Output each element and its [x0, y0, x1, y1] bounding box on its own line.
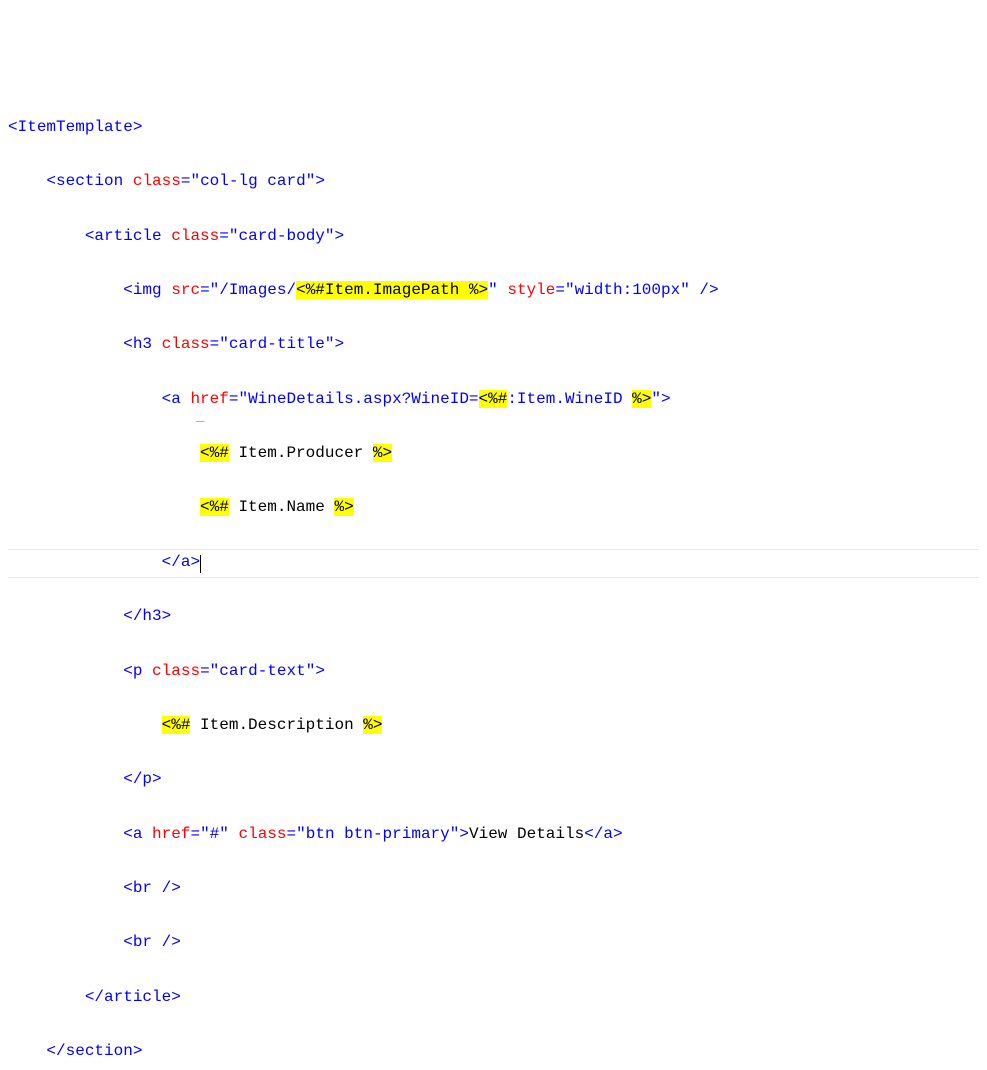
- code-line: <ItemTemplate>: [8, 114, 979, 141]
- tag-name: a: [171, 390, 181, 408]
- tag-name: a: [603, 825, 613, 843]
- tag-name: section: [66, 1042, 133, 1060]
- text-content: View Details: [469, 825, 584, 843]
- tag-name: h3: [133, 335, 152, 353]
- code-line: <h3 class="card-title">: [8, 331, 979, 358]
- tag-name: article: [94, 227, 161, 245]
- tag-name: br: [133, 879, 152, 897]
- code-line: <a href="#" class="btn btn-primary">View…: [8, 821, 979, 848]
- tag-name: p: [142, 770, 152, 788]
- attr-name: class: [239, 825, 287, 843]
- angle-bracket: <: [8, 118, 18, 136]
- attr-name: class: [152, 662, 200, 680]
- tag-name: p: [133, 662, 143, 680]
- attr-name: class: [133, 172, 181, 190]
- asp-expression-close: %>: [632, 390, 651, 408]
- asp-expression-body: Item.Producer: [229, 444, 373, 462]
- asp-expression-body: Item.Description: [190, 716, 363, 734]
- code-line: <%# Item.Name %>: [8, 494, 979, 521]
- asp-expression-close: %>: [373, 444, 392, 462]
- asp-expression-close: %>: [334, 498, 353, 516]
- attr-value: col-lg card: [200, 172, 306, 190]
- attr-name: href: [152, 825, 190, 843]
- tag-name: a: [133, 825, 143, 843]
- text-caret: [200, 555, 201, 573]
- code-line: <br />: [8, 875, 979, 902]
- tag-name: a: [181, 553, 191, 571]
- code-line: <%# Item.Producer %>: [8, 440, 979, 467]
- asp-expression-open: <%#: [479, 390, 508, 408]
- code-line: <a href="WineDetails.aspx?WineID=<%#:Ite…: [8, 386, 979, 413]
- code-line: </a>: [8, 549, 979, 576]
- code-line: <br />: [8, 929, 979, 956]
- attr-value: WineDetails.aspx?WineID=: [248, 390, 478, 408]
- attr-value: #: [210, 825, 220, 843]
- attr-value: card-title: [229, 335, 325, 353]
- tag-name: br: [133, 933, 152, 951]
- angle-bracket: >: [133, 118, 143, 136]
- outline-marker: _: [196, 406, 204, 430]
- code-line: </h3>: [8, 603, 979, 630]
- code-line: <section class="col-lg card">: [8, 168, 979, 195]
- attr-value: width:100px: [575, 281, 681, 299]
- code-line: <article class="card-body">: [8, 223, 979, 250]
- asp-expression-open: <%#: [200, 498, 229, 516]
- attr-value: btn btn-primary: [306, 825, 450, 843]
- asp-expression-close: %>: [363, 716, 382, 734]
- attr-name: style: [507, 281, 555, 299]
- tag-name: ItemTemplate: [18, 118, 133, 136]
- asp-expression-body: Item.Name: [229, 498, 335, 516]
- asp-expression-open: <%#: [200, 444, 229, 462]
- code-line: </article>: [8, 984, 979, 1011]
- attr-name: src: [171, 281, 200, 299]
- attr-value: card-body: [238, 227, 324, 245]
- attr-name: class: [171, 227, 219, 245]
- code-editor[interactable]: <ItemTemplate> <section class="col-lg ca…: [8, 114, 979, 1070]
- code-line: <%# Item.Description %>: [8, 712, 979, 739]
- attr-value: /Images/: [219, 281, 296, 299]
- tag-name: h3: [142, 607, 161, 625]
- attr-name: class: [162, 335, 210, 353]
- horizontal-rule: [8, 549, 979, 550]
- code-line: <img src="/Images/<%#Item.ImagePath %>" …: [8, 277, 979, 304]
- code-line: </p>: [8, 766, 979, 793]
- asp-expression: <%#Item.ImagePath %>: [296, 281, 488, 299]
- code-line: </section>: [8, 1038, 979, 1065]
- asp-expression-open: <%#: [162, 716, 191, 734]
- horizontal-rule: [8, 577, 979, 578]
- attr-value: card-text: [219, 662, 305, 680]
- tag-name: img: [133, 281, 162, 299]
- code-line: <p class="card-text">: [8, 658, 979, 685]
- tag-name: article: [104, 988, 171, 1006]
- tag-name: section: [56, 172, 123, 190]
